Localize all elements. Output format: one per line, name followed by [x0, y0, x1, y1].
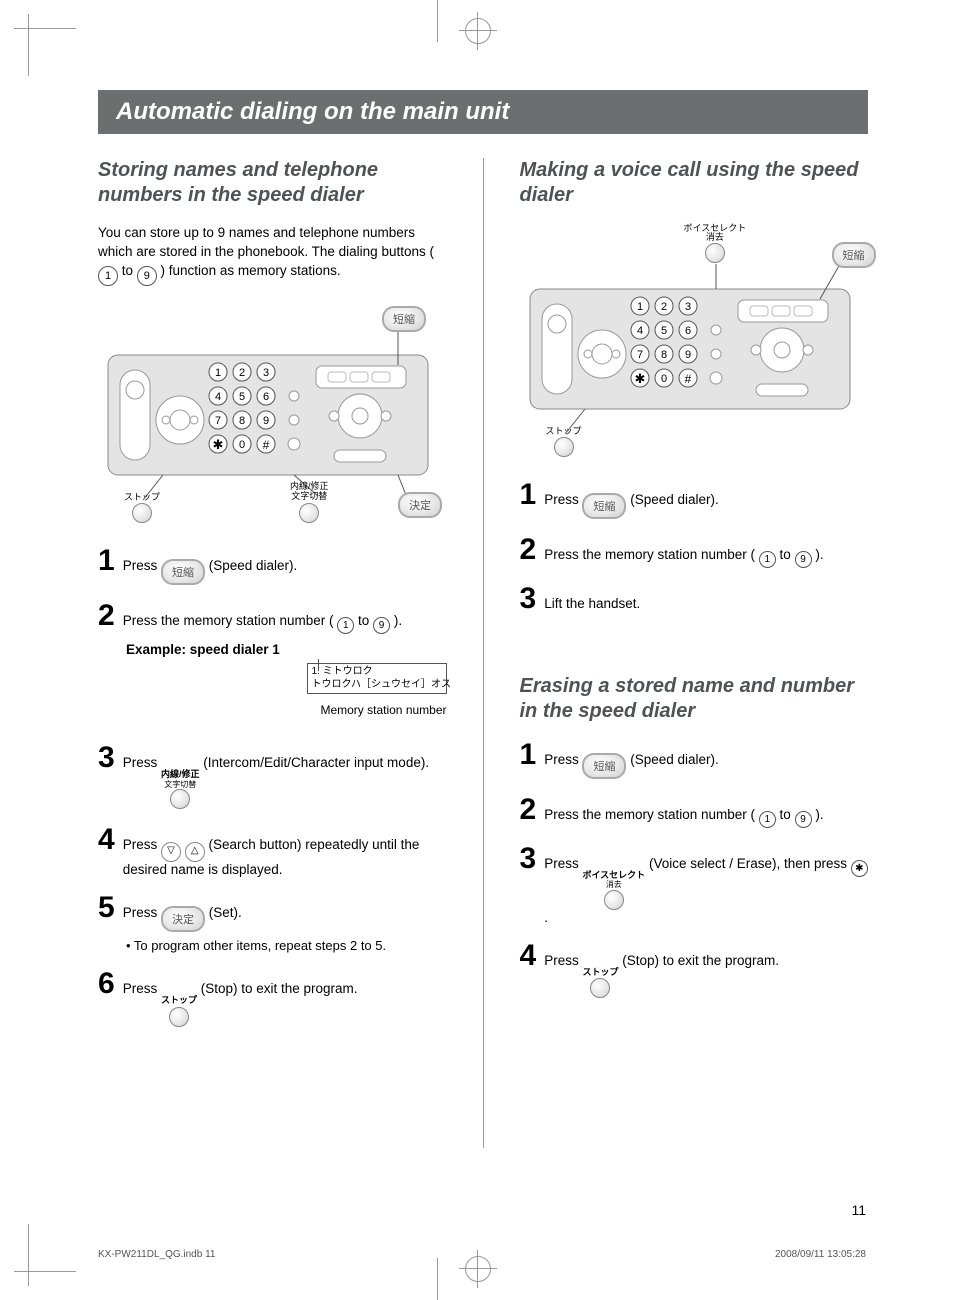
- stop-icon: [132, 503, 152, 523]
- svg-text:0: 0: [239, 439, 245, 451]
- key-9-icon: 9: [137, 266, 157, 286]
- rightB-step-1: 1 Press 短縮 (Speed dialer).: [520, 742, 869, 779]
- key-9-icon: 9: [373, 617, 390, 634]
- up-icon: △: [185, 842, 205, 862]
- crop-mark: [437, 0, 438, 42]
- svg-text:#: #: [263, 438, 270, 452]
- section-header-bar: Automatic dialing on the main unit: [98, 90, 868, 134]
- left-step-6: 6 Press ストップ (Stop) to exit the program.: [98, 971, 447, 1026]
- left-step-2: 2 Press the memory station number ( 1 to…: [98, 603, 447, 634]
- crop-mark: [14, 28, 76, 29]
- stop-icon: [554, 437, 574, 457]
- svg-text:8: 8: [239, 415, 245, 427]
- svg-text:3: 3: [263, 367, 269, 379]
- print-footer-file: KX-PW211DL_QG.indb 11: [98, 1249, 215, 1260]
- device-diagram-left: 1 2 3 4 5 6 7 8 9 ✱ 0 #: [98, 300, 447, 530]
- left-step-1: 1 Press 短縮 (Speed dialer).: [98, 548, 447, 585]
- left-step-3: 3 Press 内線/修正 文字切替 (Intercom/Edit/Charac…: [98, 745, 447, 809]
- crop-mark: [28, 1224, 29, 1286]
- intercom-edit-icon: 内線/修正 文字切替: [161, 770, 200, 809]
- erasing-heading: Erasing a stored name and number in the …: [520, 674, 869, 724]
- svg-text:3: 3: [684, 301, 690, 313]
- rightB-step-2: 2 Press the memory station number ( 1 to…: [520, 797, 869, 828]
- right-column: Making a voice call using the speed dial…: [520, 152, 869, 1148]
- registration-mark: [465, 18, 491, 44]
- key-9-icon: 9: [795, 811, 812, 828]
- voice-erase-icon: ボイスセレクト 消去: [582, 871, 645, 910]
- svg-text:7: 7: [215, 415, 221, 427]
- crop-mark: [28, 14, 29, 76]
- storing-heading: Storing names and telephone numbers in t…: [98, 158, 447, 208]
- key-1-icon: 1: [759, 811, 776, 828]
- speed-dialer-oval-inline: 短縮: [161, 559, 205, 585]
- svg-text:6: 6: [684, 325, 690, 337]
- lcd-display: 1. ミトウロク トウロクハ［シュウセイ］オス: [307, 663, 447, 694]
- svg-text:8: 8: [660, 349, 666, 361]
- svg-text:4: 4: [636, 325, 642, 337]
- svg-text:✱: ✱: [213, 437, 224, 452]
- down-icon: ▽: [161, 842, 181, 862]
- svg-text:9: 9: [684, 349, 690, 361]
- intercom-label-diagram: 内線/修正 文字切替: [290, 482, 329, 523]
- intro-text: You can store up to 9 names and telephon…: [98, 224, 447, 286]
- key-star-icon: ✱: [851, 860, 868, 877]
- speed-dialer-oval-label: 短縮: [832, 242, 876, 268]
- key-1-icon: 1: [98, 266, 118, 286]
- crop-mark: [437, 1258, 438, 1300]
- svg-text:6: 6: [263, 391, 269, 403]
- svg-text:5: 5: [660, 325, 666, 337]
- stop-label-diagram-right: ストップ: [546, 424, 582, 457]
- memory-station-caption: Memory station number: [320, 703, 446, 717]
- left-step-5: 5 Press 決定 (Set).: [98, 895, 447, 932]
- svg-text:9: 9: [263, 415, 269, 427]
- crop-mark: [14, 1271, 76, 1272]
- svg-text:2: 2: [660, 301, 666, 313]
- intercom-icon: [299, 503, 319, 523]
- voice-call-heading: Making a voice call using the speed dial…: [520, 158, 869, 208]
- stop-label-diagram: ストップ: [124, 490, 160, 523]
- rightA-step-3: 3 Lift the handset.: [520, 586, 869, 614]
- svg-text:2: 2: [239, 367, 245, 379]
- column-separator: [483, 158, 484, 1148]
- left-column: Storing names and telephone numbers in t…: [98, 152, 447, 1148]
- svg-text:#: #: [684, 372, 691, 386]
- set-oval-label: 決定: [398, 492, 442, 518]
- rightA-step-2: 2 Press the memory station number ( 1 to…: [520, 537, 869, 568]
- key-9-icon: 9: [795, 551, 812, 568]
- rightB-step-3: 3 Press ボイスセレクト 消去 (Voice select / Erase…: [520, 846, 869, 925]
- stop-button-icon: ストップ: [161, 996, 197, 1026]
- svg-text:1: 1: [215, 367, 221, 379]
- print-footer: KX-PW211DL_QG.indb 11 2008/09/11 13:05:2…: [98, 1249, 866, 1260]
- svg-text:5: 5: [239, 391, 245, 403]
- speed-dialer-oval-inline: 短縮: [582, 753, 626, 779]
- left-step-4: 4 Press ▽ △ (Search button) repeatedly u…: [98, 827, 447, 877]
- svg-text:4: 4: [215, 391, 221, 403]
- set-oval-inline: 決定: [161, 906, 205, 932]
- voice-erase-label-diagram: ボイスセレクト 消去: [684, 224, 747, 263]
- svg-text:0: 0: [660, 373, 666, 385]
- svg-text:1: 1: [636, 301, 642, 313]
- stop-button-icon: ストップ: [582, 968, 618, 998]
- speed-dialer-oval-label: 短縮: [382, 306, 426, 332]
- step5-bullet: • To program other items, repeat steps 2…: [126, 938, 447, 953]
- speed-dialer-oval-inline: 短縮: [582, 493, 626, 519]
- key-1-icon: 1: [337, 617, 354, 634]
- page-number: 11: [851, 1202, 866, 1218]
- rightA-step-1: 1 Press 短縮 (Speed dialer).: [520, 482, 869, 519]
- print-footer-timestamp: 2008/09/11 13:05:28: [775, 1249, 866, 1260]
- svg-text:7: 7: [636, 349, 642, 361]
- example-label: Example: speed dialer 1: [126, 642, 447, 657]
- key-1-icon: 1: [759, 551, 776, 568]
- rightB-step-4: 4 Press ストップ (Stop) to exit the program.: [520, 943, 869, 998]
- device-diagram-right: 1 2 3 4 5 6 7 8 9 ✱ 0 #: [520, 224, 869, 464]
- svg-text:✱: ✱: [634, 371, 645, 386]
